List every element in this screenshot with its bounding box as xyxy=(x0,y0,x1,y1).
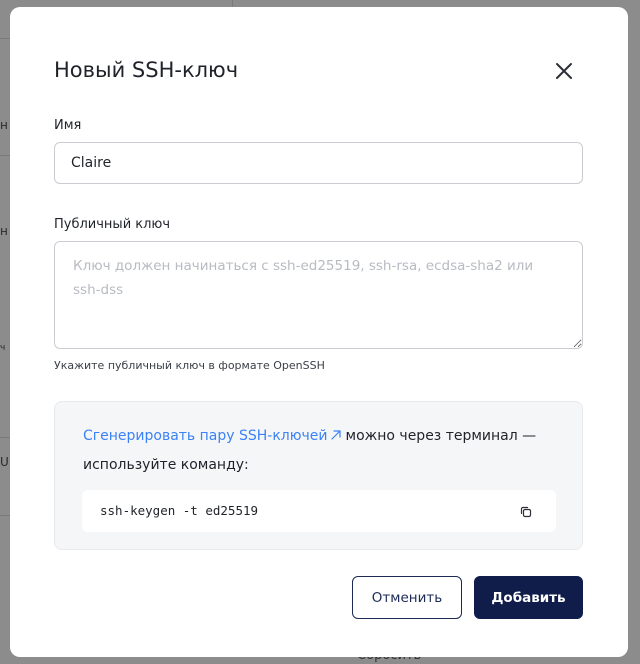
generate-ssh-keys-link[interactable]: Сгенерировать пару SSH-ключей xyxy=(83,428,346,444)
add-button[interactable]: Добавить xyxy=(474,576,583,619)
command-box: ssh-keygen -t ed25519 xyxy=(82,490,556,532)
name-input[interactable] xyxy=(54,142,583,184)
backdrop-text: н xyxy=(0,118,8,132)
backdrop-divider xyxy=(0,155,10,156)
close-button[interactable] xyxy=(550,57,578,85)
external-link-icon xyxy=(330,423,342,451)
ssh-keygen-command: ssh-keygen -t ed25519 xyxy=(100,503,259,518)
backdrop-divider xyxy=(0,38,10,39)
copy-icon xyxy=(516,502,536,522)
backdrop-divider xyxy=(0,515,10,516)
backdrop-divider xyxy=(0,437,10,438)
backdrop-text: U xyxy=(0,455,8,469)
public-key-hint: Укажите публичный ключ в формате OpenSSH xyxy=(54,359,325,372)
new-ssh-key-dialog: Новый SSH-ключ Имя Публичный ключ Укажит… xyxy=(10,7,628,657)
ssh-generate-info: Сгенерировать пару SSH-ключей можно через… xyxy=(54,401,583,550)
public-key-label: Публичный ключ xyxy=(54,217,171,232)
copy-command-button[interactable] xyxy=(516,502,536,522)
generate-link-label: Сгенерировать пару SSH-ключей xyxy=(83,428,328,444)
cancel-button[interactable]: Отменить xyxy=(352,576,462,619)
backdrop-text: ч xyxy=(0,343,6,353)
info-text: Сгенерировать пару SSH-ключей можно через… xyxy=(83,422,563,479)
close-icon xyxy=(550,57,578,85)
backdrop-text: н xyxy=(0,224,8,238)
public-key-textarea[interactable] xyxy=(54,241,583,349)
dialog-title: Новый SSH-ключ xyxy=(54,58,239,82)
name-label: Имя xyxy=(54,118,82,133)
